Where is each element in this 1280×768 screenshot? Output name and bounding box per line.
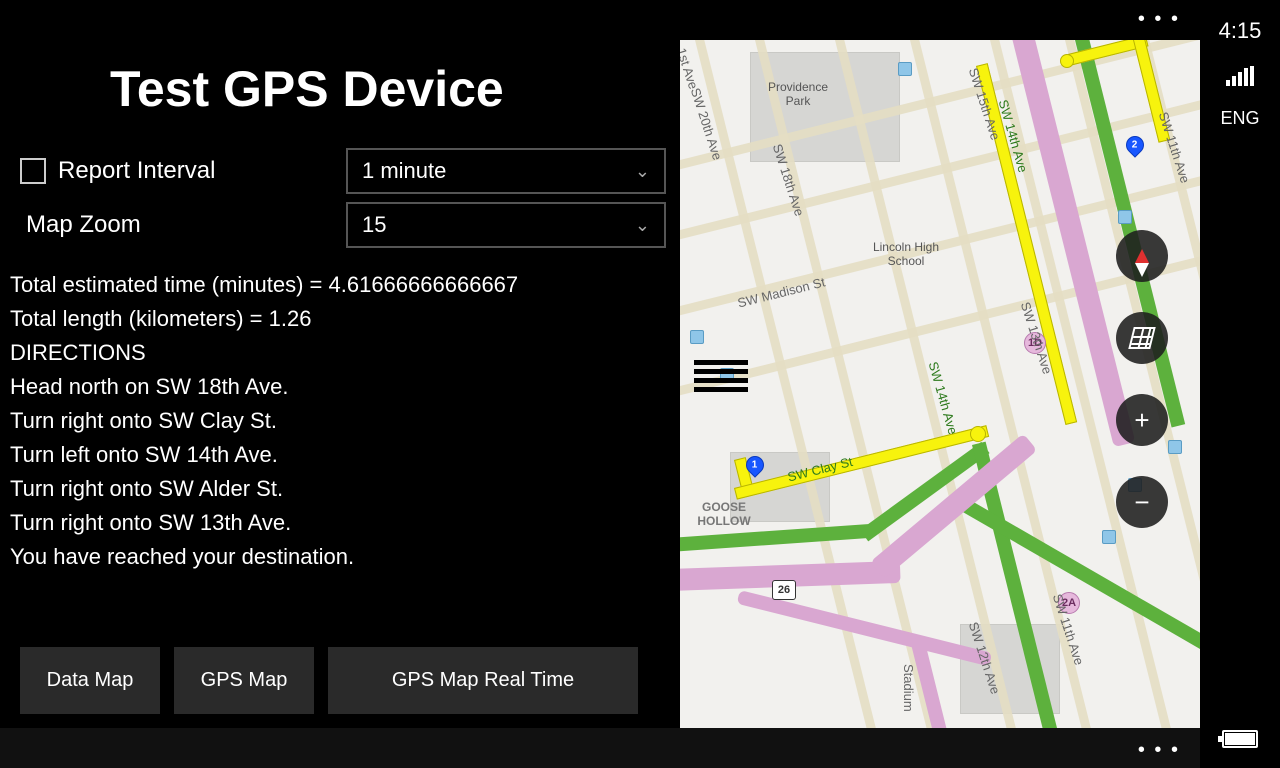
report-interval-checkbox[interactable] [20, 158, 46, 184]
left-panel: Test GPS Device Report Interval 1 minute… [0, 40, 680, 728]
system-tray: 4:15 ENG [1200, 0, 1280, 768]
zoom-in-button[interactable]: + [1116, 394, 1168, 446]
report-interval-value: 1 minute [362, 158, 446, 184]
zoom-out-button[interactable]: − [1116, 476, 1168, 528]
compass-icon [1135, 249, 1149, 263]
map-zoom-select[interactable]: 15 ⌄ [346, 202, 666, 248]
direction-step: Head north on SW 18th Ave. [10, 370, 670, 404]
directions-header: DIRECTIONS [10, 336, 670, 370]
signal-icon [1226, 66, 1254, 86]
map-zoom-label: Map Zoom [26, 211, 346, 239]
poi-label: Providence Park [758, 80, 838, 108]
report-interval-label: Report Interval [58, 157, 346, 185]
title-bar: • • • [0, 0, 1200, 40]
chevron-down-icon: ⌄ [635, 161, 650, 182]
more-icon[interactable]: • • • [1138, 8, 1180, 31]
bottom-bar: • • • [0, 728, 1200, 768]
bus-stop-icon [1168, 440, 1182, 454]
directions-text: Total estimated time (minutes) = 4.61666… [10, 268, 670, 574]
page-title: Test GPS Device [110, 60, 670, 118]
bus-stop-icon [690, 330, 704, 344]
estimated-time: Total estimated time (minutes) = 4.61666… [10, 268, 670, 302]
direction-step: Turn left onto SW 14th Ave. [10, 438, 670, 472]
clock: 4:15 [1219, 18, 1262, 44]
map-style-button[interactable] [1116, 312, 1168, 364]
direction-step: You have reached your destination. [10, 540, 670, 574]
map-view[interactable]: 1 2 1D 2A 26 1st Ave SW 20th Ave SW 18th… [680, 40, 1200, 728]
plus-icon: + [1134, 405, 1149, 436]
grid-icon [1128, 327, 1155, 349]
bus-stop-icon [1118, 210, 1132, 224]
compass-button[interactable] [1116, 230, 1168, 282]
data-map-button[interactable]: Data Map [20, 647, 160, 714]
route-shield-us: 26 [772, 580, 796, 600]
poi-label: Lincoln High School [856, 240, 956, 268]
poi-label: GOOSE HOLLOW [684, 500, 764, 528]
language-indicator[interactable]: ENG [1220, 108, 1259, 129]
report-interval-select[interactable]: 1 minute ⌄ [346, 148, 666, 194]
street-label: Stadium [901, 664, 916, 712]
direction-step: Turn right onto SW 13th Ave. [10, 506, 670, 540]
minus-icon: − [1134, 487, 1149, 518]
bus-stop-icon [1102, 530, 1116, 544]
total-length: Total length (kilometers) = 1.26 [10, 302, 670, 336]
direction-step: Turn right onto SW Clay St. [10, 404, 670, 438]
bus-stop-icon [898, 62, 912, 76]
chevron-down-icon: ⌄ [635, 215, 650, 236]
direction-step: Turn right onto SW Alder St. [10, 472, 670, 506]
gps-map-realtime-button[interactable]: GPS Map Real Time [328, 647, 638, 714]
crosswalk-icon [694, 360, 748, 392]
battery-icon [1222, 730, 1258, 748]
map-zoom-value: 15 [362, 212, 386, 238]
more-icon[interactable]: • • • [1138, 739, 1180, 762]
gps-map-button[interactable]: GPS Map [174, 647, 314, 714]
